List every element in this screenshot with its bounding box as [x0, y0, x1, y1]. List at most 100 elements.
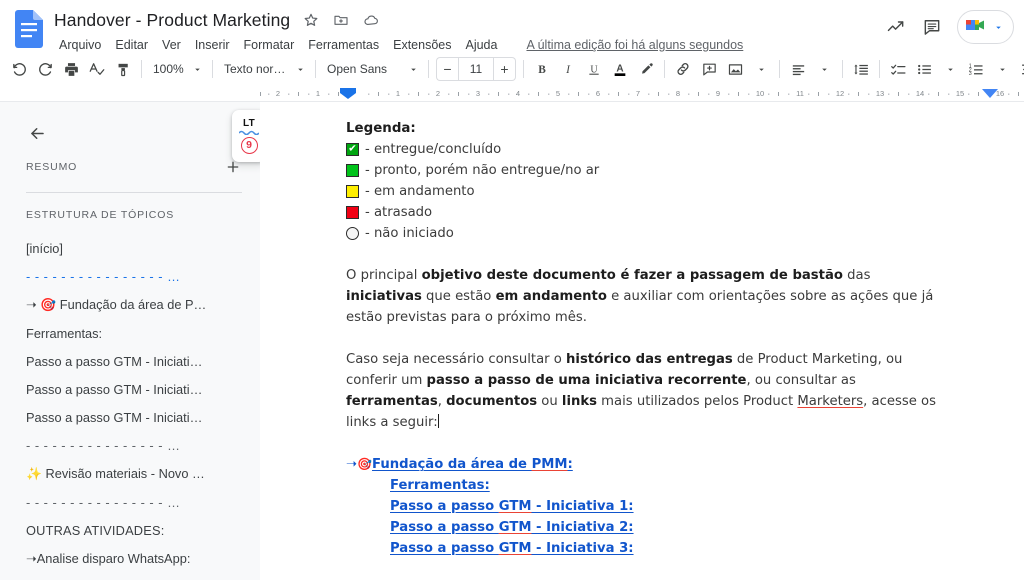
highlight-pen-icon[interactable]	[633, 56, 659, 82]
menu-item-ver[interactable]: Ver	[155, 35, 188, 55]
menu-item-ajuda[interactable]: Ajuda	[458, 35, 504, 55]
line-spacing-icon[interactable]	[848, 56, 874, 82]
text-color-button[interactable]: A	[607, 56, 633, 82]
toolbar-separator	[428, 60, 429, 78]
comment-icon[interactable]	[915, 10, 949, 44]
cloud-saved-icon[interactable]	[360, 9, 382, 31]
title-row: Handover - Product Marketing	[52, 7, 1014, 33]
toolbar-separator	[779, 60, 780, 78]
outline-item-divider-1[interactable]: - - - - - - - - - - - - - - - - …	[26, 263, 242, 291]
bulleted-list-icon[interactable]	[911, 56, 937, 82]
spellcheck-error-word[interactable]: Marketers	[797, 394, 863, 409]
link-label[interactable]: Ferramentas:	[390, 478, 490, 493]
menu-item-arquivo[interactable]: Arquivo	[52, 35, 108, 55]
green-check-box-icon: ✔	[346, 143, 359, 156]
insert-image-icon[interactable]	[722, 56, 748, 82]
link-label[interactable]: Passo a passo GTM - Iniciativa 1:	[390, 499, 634, 514]
align-dropdown[interactable]	[811, 56, 837, 82]
outline-item-inicio[interactable]: [início]	[26, 235, 242, 263]
outline-item-analise-whatsapp[interactable]: ➝Analise disparo WhatsApp:	[26, 545, 242, 573]
google-docs-logo-icon[interactable]	[12, 7, 46, 51]
document-page[interactable]: Legenda: ✔ - entregue/concluído - pronto…	[260, 102, 1024, 580]
formatting-toolbar: 100% Texto norm... Open Sans − 11 + B I …	[0, 52, 1024, 86]
bulleted-list-dropdown[interactable]	[937, 56, 963, 82]
legend-row-pronto: - pronto, porém não entregue/no ar	[346, 160, 946, 181]
link-text: Passo a passo	[390, 499, 499, 514]
paint-format-icon[interactable]	[110, 56, 136, 82]
outline-item-fundacao-pmm[interactable]: ➝ 🎯 Fundação da área de P…	[26, 291, 242, 320]
menu-item-inserir[interactable]: Inserir	[188, 35, 237, 55]
outline-item-ferramentas[interactable]: Ferramentas:	[26, 320, 242, 348]
font-size-input[interactable]: 11	[458, 57, 494, 81]
undo-icon[interactable]	[6, 56, 32, 82]
outline-item-outras-atividades[interactable]: OUTRAS ATIVIDADES:	[26, 517, 242, 545]
back-arrow-icon[interactable]	[22, 118, 52, 148]
redo-icon[interactable]	[32, 56, 58, 82]
svg-text:8: 8	[676, 89, 680, 98]
link-label[interactable]: Fundação da área de PMM:	[372, 457, 573, 472]
link-row-gtm-iniciativa-3[interactable]: Passo a passo GTM - Iniciativa 3:	[346, 538, 946, 559]
svg-text:14: 14	[916, 89, 924, 98]
svg-text:7: 7	[636, 89, 640, 98]
star-icon[interactable]	[300, 9, 322, 31]
outline-item-divider-2[interactable]: - - - - - - - - - - - - - - - - …	[26, 432, 242, 460]
insert-link-icon[interactable]	[670, 56, 696, 82]
svg-text:16: 16	[996, 89, 1004, 98]
zoom-selector[interactable]: 100%	[147, 56, 207, 82]
empty-circle-icon	[346, 227, 359, 240]
decrease-indent-icon[interactable]	[1015, 56, 1024, 82]
link-row-ferramentas[interactable]: Ferramentas:	[346, 475, 946, 496]
spellcheck-error-word[interactable]: PMM	[532, 457, 568, 472]
outline-item-divider-3[interactable]: - - - - - - - - - - - - - - - - …	[26, 489, 242, 517]
document-scroll-area[interactable]: Legenda: ✔ - entregue/concluído - pronto…	[260, 102, 1024, 580]
link-row-gtm-iniciativa-1[interactable]: Passo a passo GTM - Iniciativa 1:	[346, 496, 946, 517]
underline-button[interactable]: U	[581, 56, 607, 82]
outline-item-revisao-materiais[interactable]: ✨ Revisão materiais - Novo …	[26, 460, 242, 489]
paragraph-historico[interactable]: Caso seja necessário consultar o históri…	[346, 349, 946, 433]
insert-image-dropdown[interactable]	[748, 56, 774, 82]
link-label[interactable]: Passo a passo GTM - Iniciativa 3:	[390, 541, 634, 556]
numbered-list-dropdown[interactable]	[989, 56, 1015, 82]
chevron-down-icon	[816, 61, 832, 77]
outline-item-gtm-3[interactable]: Passo a passo GTM - Iniciati…	[26, 404, 242, 432]
print-icon[interactable]	[58, 56, 84, 82]
move-to-folder-icon[interactable]	[330, 9, 352, 31]
target-emoji-icon: 🎯	[357, 457, 372, 471]
activity-trend-icon[interactable]	[879, 10, 913, 44]
green-box-icon	[346, 164, 359, 177]
ruler[interactable]: 2 1 1 2 3 4 5 6 7 8 9 10 11 12 13 14 15 …	[0, 86, 1024, 102]
bold-button[interactable]: B	[529, 56, 555, 82]
add-comment-icon[interactable]	[696, 56, 722, 82]
font-family-selector[interactable]: Open Sans	[321, 56, 423, 82]
menu-item-editar[interactable]: Editar	[108, 35, 155, 55]
document-body[interactable]: Legenda: ✔ - entregue/concluído - pronto…	[346, 118, 946, 559]
legend-title: Legenda:	[346, 118, 946, 139]
spellcheck-error-word[interactable]: GTM	[499, 541, 532, 556]
link-row-fundacao-pmm[interactable]: ➝🎯Fundação da área de PMM:	[346, 454, 946, 475]
spellcheck-error-word[interactable]: GTM	[499, 499, 532, 514]
paragraph-objetivo[interactable]: O principal objetivo deste documento é f…	[346, 265, 946, 328]
checklist-icon[interactable]	[885, 56, 911, 82]
menu-item-formatar[interactable]: Formatar	[237, 35, 302, 55]
italic-button[interactable]: I	[555, 56, 581, 82]
document-title[interactable]: Handover - Product Marketing	[52, 8, 292, 32]
summary-label: RESUMO	[26, 161, 77, 173]
font-size-decrease-button[interactable]: −	[436, 57, 458, 81]
outline-item-gtm-2[interactable]: Passo a passo GTM - Iniciati…	[26, 376, 242, 404]
google-meet-button[interactable]	[957, 10, 1014, 44]
link-label[interactable]: Passo a passo GTM - Iniciativa 2:	[390, 520, 634, 535]
last-edit-status[interactable]: A última edição foi há alguns segundos	[526, 38, 743, 52]
spellcheck-error-word[interactable]: GTM	[499, 520, 532, 535]
paragraph-style-selector[interactable]: Texto norm...	[218, 56, 310, 82]
link-row-gtm-iniciativa-2[interactable]: Passo a passo GTM - Iniciativa 2:	[346, 517, 946, 538]
ruler-scale[interactable]: 2 1 1 2 3 4 5 6 7 8 9 10 11 12 13 14 15 …	[260, 86, 1024, 101]
menu-item-extensoes[interactable]: Extensões	[386, 35, 458, 55]
spellcheck-icon[interactable]	[84, 56, 110, 82]
menu-item-ferramentas[interactable]: Ferramentas	[301, 35, 386, 55]
outline-item-gtm-1[interactable]: Passo a passo GTM - Iniciati…	[26, 348, 242, 376]
font-size-increase-button[interactable]: +	[494, 57, 516, 81]
numbered-list-icon[interactable]: 1 2 3	[963, 56, 989, 82]
languagetool-floating-tab[interactable]: LT 9	[232, 110, 260, 162]
align-left-icon[interactable]	[785, 56, 811, 82]
header-actions	[879, 10, 1014, 44]
